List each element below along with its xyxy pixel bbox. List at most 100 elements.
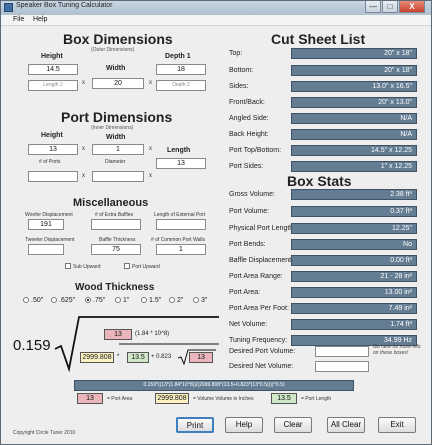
wood-option-2[interactable]: 2" <box>169 297 183 304</box>
wood-option-75[interactable]: .75" <box>85 297 105 304</box>
stat-value: 0.37 ft³ <box>291 206 417 217</box>
stat-label: Net Volume: <box>229 321 268 328</box>
desired-net-volume-input[interactable] <box>315 361 369 372</box>
more-info-link[interactable]: Go here for more info on these boxes! <box>373 344 423 356</box>
cut-label: Bottom: <box>229 67 254 74</box>
stat-label: Port Area Per Foot: <box>229 305 289 312</box>
wood-option-label: 1.5" <box>149 297 162 304</box>
desired-port-volume-input[interactable] <box>315 346 369 357</box>
wood-option-15[interactable]: 1.5" <box>141 297 161 304</box>
wood-option-3[interactable]: 3" <box>193 297 207 304</box>
stat-label: Port Area: <box>229 289 261 296</box>
formula-top-text: (1.84 * 10^8) <box>135 331 170 337</box>
formula-star: * <box>117 354 120 360</box>
baffle-thickness-input[interactable]: 75 <box>91 244 141 255</box>
diameter-input[interactable] <box>92 171 144 182</box>
external-port-length-label: Length of External Port <box>154 212 206 218</box>
cut-label: Top: <box>229 50 243 57</box>
box-depth2-input[interactable]: Depth 2 <box>156 80 206 91</box>
radio-dot <box>193 297 199 303</box>
times-sign: x <box>149 80 152 86</box>
radio-dot <box>141 297 147 303</box>
port-length-input[interactable]: 13 <box>156 158 206 169</box>
times-sign: x <box>149 173 152 179</box>
cut-label: Port Top/Bottom: <box>229 147 282 154</box>
cut-value: 13.0" x 16.5" <box>291 81 417 92</box>
sub-upward-label: Sub Upward <box>73 264 101 270</box>
woofer-displacement-input[interactable]: 191 <box>28 219 64 230</box>
stat-label: Port Volume: <box>229 208 270 215</box>
window-title: Speaker Box Tuning Calculator <box>16 2 113 9</box>
stat-value: 7.49 in² <box>291 303 417 314</box>
misc-heading: Miscellaneous <box>73 197 149 209</box>
desired-net-volume-label: Desired Net Volume: <box>229 363 294 370</box>
stat-label: Port Bends: <box>229 241 266 248</box>
wood-option-50[interactable]: .50" <box>23 297 43 304</box>
tweeter-displacement-label: Tweeter Displacement <box>25 237 75 243</box>
port-height-input[interactable]: 13 <box>28 144 78 155</box>
stat-value: 2.38 ft³ <box>291 189 417 200</box>
sub-upward-checkbox[interactable]: Sub Upward <box>65 263 101 270</box>
box-height-label: Height <box>41 53 63 60</box>
formula-length-box: 13.5 <box>127 352 149 363</box>
cut-label: Port Sides: <box>229 163 264 170</box>
radio-dot <box>51 297 57 303</box>
formula-minus: + 0.823 <box>151 354 172 360</box>
common-port-walls-input[interactable]: 1 <box>156 244 206 255</box>
external-port-length-input[interactable] <box>156 219 206 230</box>
formula-volume-box: 2999.808 <box>80 352 114 363</box>
print-button[interactable]: Print <box>176 417 214 433</box>
tweeter-displacement-input[interactable] <box>28 244 64 255</box>
extra-baffles-label: # of Extra Baffles <box>95 212 133 218</box>
cut-label: Sides: <box>229 83 249 90</box>
wood-option-label: .625" <box>59 297 76 304</box>
close-button[interactable]: X <box>399 1 425 13</box>
cut-value: 14.5" x 12.25 <box>291 145 417 156</box>
minimize-button[interactable]: — <box>365 1 381 13</box>
num-ports-input[interactable] <box>28 171 78 182</box>
cut-sheet-heading: Cut Sheet List <box>271 31 366 47</box>
radio-dot-selected <box>85 297 91 303</box>
box-dimensions-heading: Box Dimensions <box>63 31 173 47</box>
port-length-label: Length <box>167 147 191 154</box>
cut-label: Front/Back: <box>229 99 265 106</box>
box-length2-input[interactable]: Length 2 <box>28 80 78 91</box>
menu-help[interactable]: Help <box>33 16 47 23</box>
box-depth1-input[interactable]: 18 <box>156 64 206 75</box>
clear-button[interactable]: Clear <box>274 417 312 433</box>
port-upward-checkbox[interactable]: Port Upward <box>124 263 160 270</box>
help-button[interactable]: Help <box>225 417 263 433</box>
box-width-label: Width <box>106 65 126 72</box>
legend-length-label: = Port Length <box>301 396 332 402</box>
title-bar: Speaker Box Tuning Calculator — □ X <box>1 1 431 15</box>
times-sign: x <box>82 146 85 152</box>
wood-option-label: 1" <box>123 297 130 304</box>
stat-value: 1.74 ft³ <box>291 319 417 330</box>
wood-option-label: .50" <box>31 297 44 304</box>
all-clear-button[interactable]: All Clear <box>327 417 365 433</box>
legend-volume-label: = Volume Volume in Inches <box>193 396 254 402</box>
stat-value: 0.00 ft³ <box>291 255 417 266</box>
wood-option-1[interactable]: 1" <box>115 297 129 304</box>
wood-option-625[interactable]: .625" <box>51 297 75 304</box>
maximize-button[interactable]: □ <box>382 1 398 13</box>
legend-length-box: 13.5 <box>271 393 297 404</box>
menu-file[interactable]: File <box>13 16 24 23</box>
cut-value: 1" x 12.25 <box>291 161 417 172</box>
exit-button[interactable]: Exit <box>378 417 416 433</box>
formula-constant: 0.159 <box>13 337 51 354</box>
formula-sqrt-port-area-box: 13 <box>189 352 213 363</box>
desired-port-volume-label: Desired Port Volume: <box>229 348 296 355</box>
formula-port-area-box: 13 <box>104 329 132 340</box>
box-height-input[interactable]: 14.5 <box>28 64 78 75</box>
checkbox-box <box>124 263 130 269</box>
extra-baffles-input[interactable] <box>91 219 141 230</box>
legend-volume-box: 2999.808 <box>155 393 189 404</box>
port-width-input[interactable]: 1 <box>92 144 144 155</box>
times-sign: x <box>82 173 85 179</box>
times-sign: x <box>82 80 85 86</box>
menu-bar: File Help <box>1 15 431 26</box>
wood-option-label: .75" <box>93 297 106 304</box>
box-width-input[interactable]: 20 <box>92 78 144 89</box>
stat-label: Gross Volume: <box>229 191 275 198</box>
